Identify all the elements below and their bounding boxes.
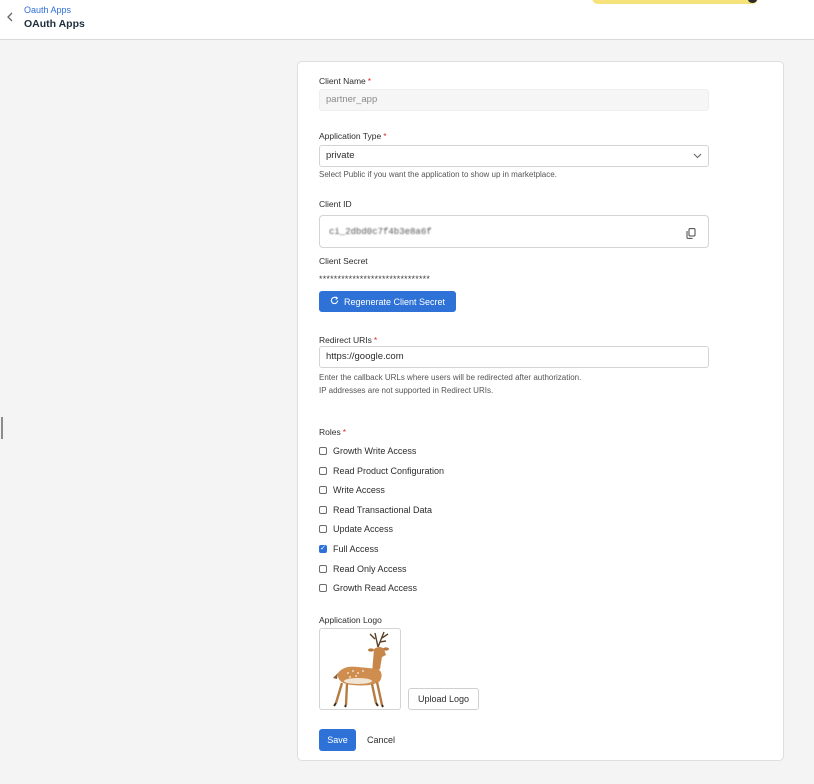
role-option-label: Write Access <box>333 485 385 496</box>
checkbox-icon[interactable] <box>319 525 327 534</box>
client-secret-masked: ****************************** <box>319 274 431 284</box>
cancel-button[interactable]: Cancel <box>367 729 395 751</box>
role-option[interactable]: Read Product Configuration <box>319 465 444 477</box>
breadcrumb[interactable]: Oauth Apps <box>24 5 71 15</box>
role-option[interactable]: Read Transactional Data <box>319 504 432 516</box>
checkbox-checked-icon[interactable]: ✓ <box>319 545 327 553</box>
checkbox-icon[interactable] <box>319 505 327 514</box>
save-button[interactable]: Save <box>319 729 356 751</box>
redirect-uris-input[interactable]: https://google.com <box>319 346 709 368</box>
regenerate-client-secret-button[interactable]: Regenerate Client Secret <box>319 291 456 312</box>
role-option[interactable]: Growth Write Access <box>319 445 416 457</box>
top-header: Oauth Apps OAuth Apps <box>0 0 814 40</box>
client-name-label: Client Name * <box>319 76 372 86</box>
role-option-label: Update Access <box>333 524 394 535</box>
checkbox-icon[interactable] <box>319 447 327 455</box>
upload-logo-button[interactable]: Upload Logo <box>408 688 479 710</box>
refresh-icon <box>330 295 339 308</box>
application-type-value: private <box>326 150 355 161</box>
role-option-label: Full Access <box>333 544 379 554</box>
oauth-app-form-card: Client Name * partner_app Application Typ… <box>297 61 784 761</box>
copy-icon[interactable] <box>686 226 696 239</box>
application-type-label: Application Type * <box>319 131 387 141</box>
roles-label: Roles * <box>319 427 347 437</box>
role-option-label: Growth Read Access <box>333 583 418 594</box>
checkbox-icon[interactable] <box>319 466 327 475</box>
page-title: OAuth Apps <box>24 18 85 30</box>
role-option[interactable]: ✓ Full Access <box>319 543 379 555</box>
client-id-label: Client ID <box>319 199 352 209</box>
application-type-help: Select Public if you want the applicatio… <box>319 170 557 179</box>
redirect-uris-label: Redirect URIs * <box>319 335 378 345</box>
left-edge-divider <box>1 417 3 439</box>
deer-logo-image <box>333 631 389 708</box>
checkbox-icon[interactable] <box>319 564 327 573</box>
role-option-label: Read Only Access <box>333 563 407 574</box>
regenerate-label: Regenerate Client Secret <box>343 296 446 307</box>
application-logo-preview <box>319 628 401 710</box>
role-option[interactable]: Update Access <box>319 523 393 535</box>
role-option-label: Growth Write Access <box>333 446 417 456</box>
checkbox-icon[interactable] <box>319 584 327 593</box>
client-id-field: ci_2dbd0c7f4b3e8a6f <box>319 215 709 248</box>
client-id-value: ci_2dbd0c7f4b3e8a6f <box>329 227 432 237</box>
client-secret-label: Client Secret <box>319 256 368 266</box>
role-option-label: Read Product Configuration <box>333 465 445 476</box>
checkbox-icon[interactable] <box>319 486 327 495</box>
back-chevron-icon[interactable] <box>6 11 16 23</box>
application-logo-label: Application Logo <box>319 615 382 625</box>
role-option[interactable]: Write Access <box>319 484 385 496</box>
role-option[interactable]: Read Only Access <box>319 563 407 575</box>
application-type-select[interactable]: private <box>319 145 709 167</box>
notification-banner[interactable] <box>592 0 758 4</box>
role-option-label: Read Transactional Data <box>333 504 433 515</box>
redirect-uris-help: Enter the callback URLs where users will… <box>319 373 582 395</box>
role-option[interactable]: Growth Read Access <box>319 582 417 594</box>
client-name-input: partner_app <box>319 89 709 111</box>
chevron-down-icon <box>693 146 702 174</box>
